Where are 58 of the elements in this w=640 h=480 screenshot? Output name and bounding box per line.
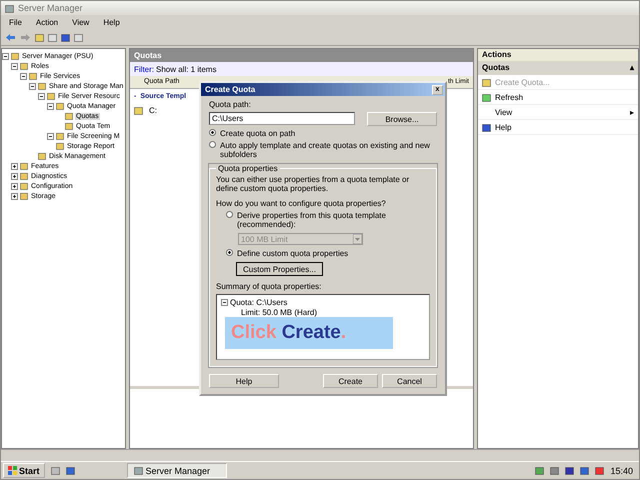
expand-toggle[interactable] [11, 182, 18, 190]
radio-label: Derive properties from this quota template (recommended): [237, 211, 387, 229]
annotation-text: Click [231, 322, 276, 344]
expand-toggle[interactable] [47, 132, 54, 140]
table-cell: C: [149, 106, 157, 114]
collapse-arrow[interactable]: ▴ [630, 63, 634, 73]
task-link[interactable]: Refresh [478, 90, 638, 105]
radio-button[interactable] [209, 141, 216, 148]
expand-toggle[interactable] [38, 92, 45, 100]
task-link[interactable]: View ▸ [478, 105, 638, 120]
menu-item[interactable]: File [9, 18, 22, 26]
section-title[interactable]: Quotas [482, 63, 510, 73]
pane-title: Quotas [130, 49, 473, 62]
menu-item[interactable]: View [72, 18, 90, 26]
radio-button[interactable] [209, 129, 216, 136]
browse-button[interactable]: Browse... [367, 112, 437, 126]
dropdown-arrow-icon [353, 234, 362, 244]
actions-title: Actions [478, 49, 638, 61]
create-button[interactable]: Create [323, 374, 378, 388]
radio-label: Auto apply template and create quotas on existing and new subfolders [220, 141, 431, 159]
radio-label: Create quota on path [220, 129, 296, 138]
group-description: You can either use properties from a quota template or define custom quota properties. [216, 175, 410, 193]
expand-toggle[interactable] [11, 162, 18, 170]
expand-toggle[interactable] [221, 298, 228, 306]
field-label: Summary of quota properties: [216, 282, 322, 291]
expand-toggle[interactable] [11, 192, 18, 200]
expand-toggle[interactable] [29, 82, 36, 90]
expand-toggle[interactable] [2, 52, 9, 60]
group-title: Quota properties [217, 164, 279, 173]
task-link[interactable]: Help [478, 120, 638, 135]
radio-label: Define custom quota properties [237, 249, 348, 258]
field-label: Quota path: [209, 100, 252, 109]
filter-link[interactable]: Filter: [134, 64, 154, 74]
expand-toggle[interactable] [11, 172, 18, 180]
help-button[interactable]: Help [209, 374, 279, 388]
window-title: Server Manager [18, 3, 83, 13]
tree-item: Limit: 50.0 MB (Hard) [241, 308, 318, 316]
menu-item[interactable]: Help [103, 18, 120, 26]
cancel-button[interactable]: Cancel [382, 374, 437, 388]
expand-toggle[interactable] [20, 72, 27, 80]
dialog-title: Create Quota [205, 85, 256, 94]
expand-toggle[interactable] [11, 62, 18, 70]
radio-button[interactable] [226, 211, 233, 218]
question-text: How do you want to configure quota properties? [216, 199, 387, 208]
path-field[interactable]: C:\Users [209, 112, 355, 125]
custom-properties-button[interactable]: Custom Properties... [236, 262, 323, 276]
tree-item: Quota: C:\Users [230, 298, 288, 306]
expand-toggle[interactable] [47, 102, 54, 110]
clock: 15:40 [610, 466, 634, 476]
back-icon[interactable] [5, 32, 16, 42]
filter-text: Show all: 1 items [156, 64, 216, 74]
start-button[interactable]: Start [3, 463, 45, 478]
annotation-text: . [340, 322, 346, 344]
menu-item[interactable]: Action [36, 18, 58, 26]
radio-button[interactable] [226, 249, 233, 256]
windows-logo [8, 466, 17, 475]
taskbar-button[interactable]: Server Manager [126, 463, 227, 478]
annotation-text: Create [280, 322, 341, 344]
